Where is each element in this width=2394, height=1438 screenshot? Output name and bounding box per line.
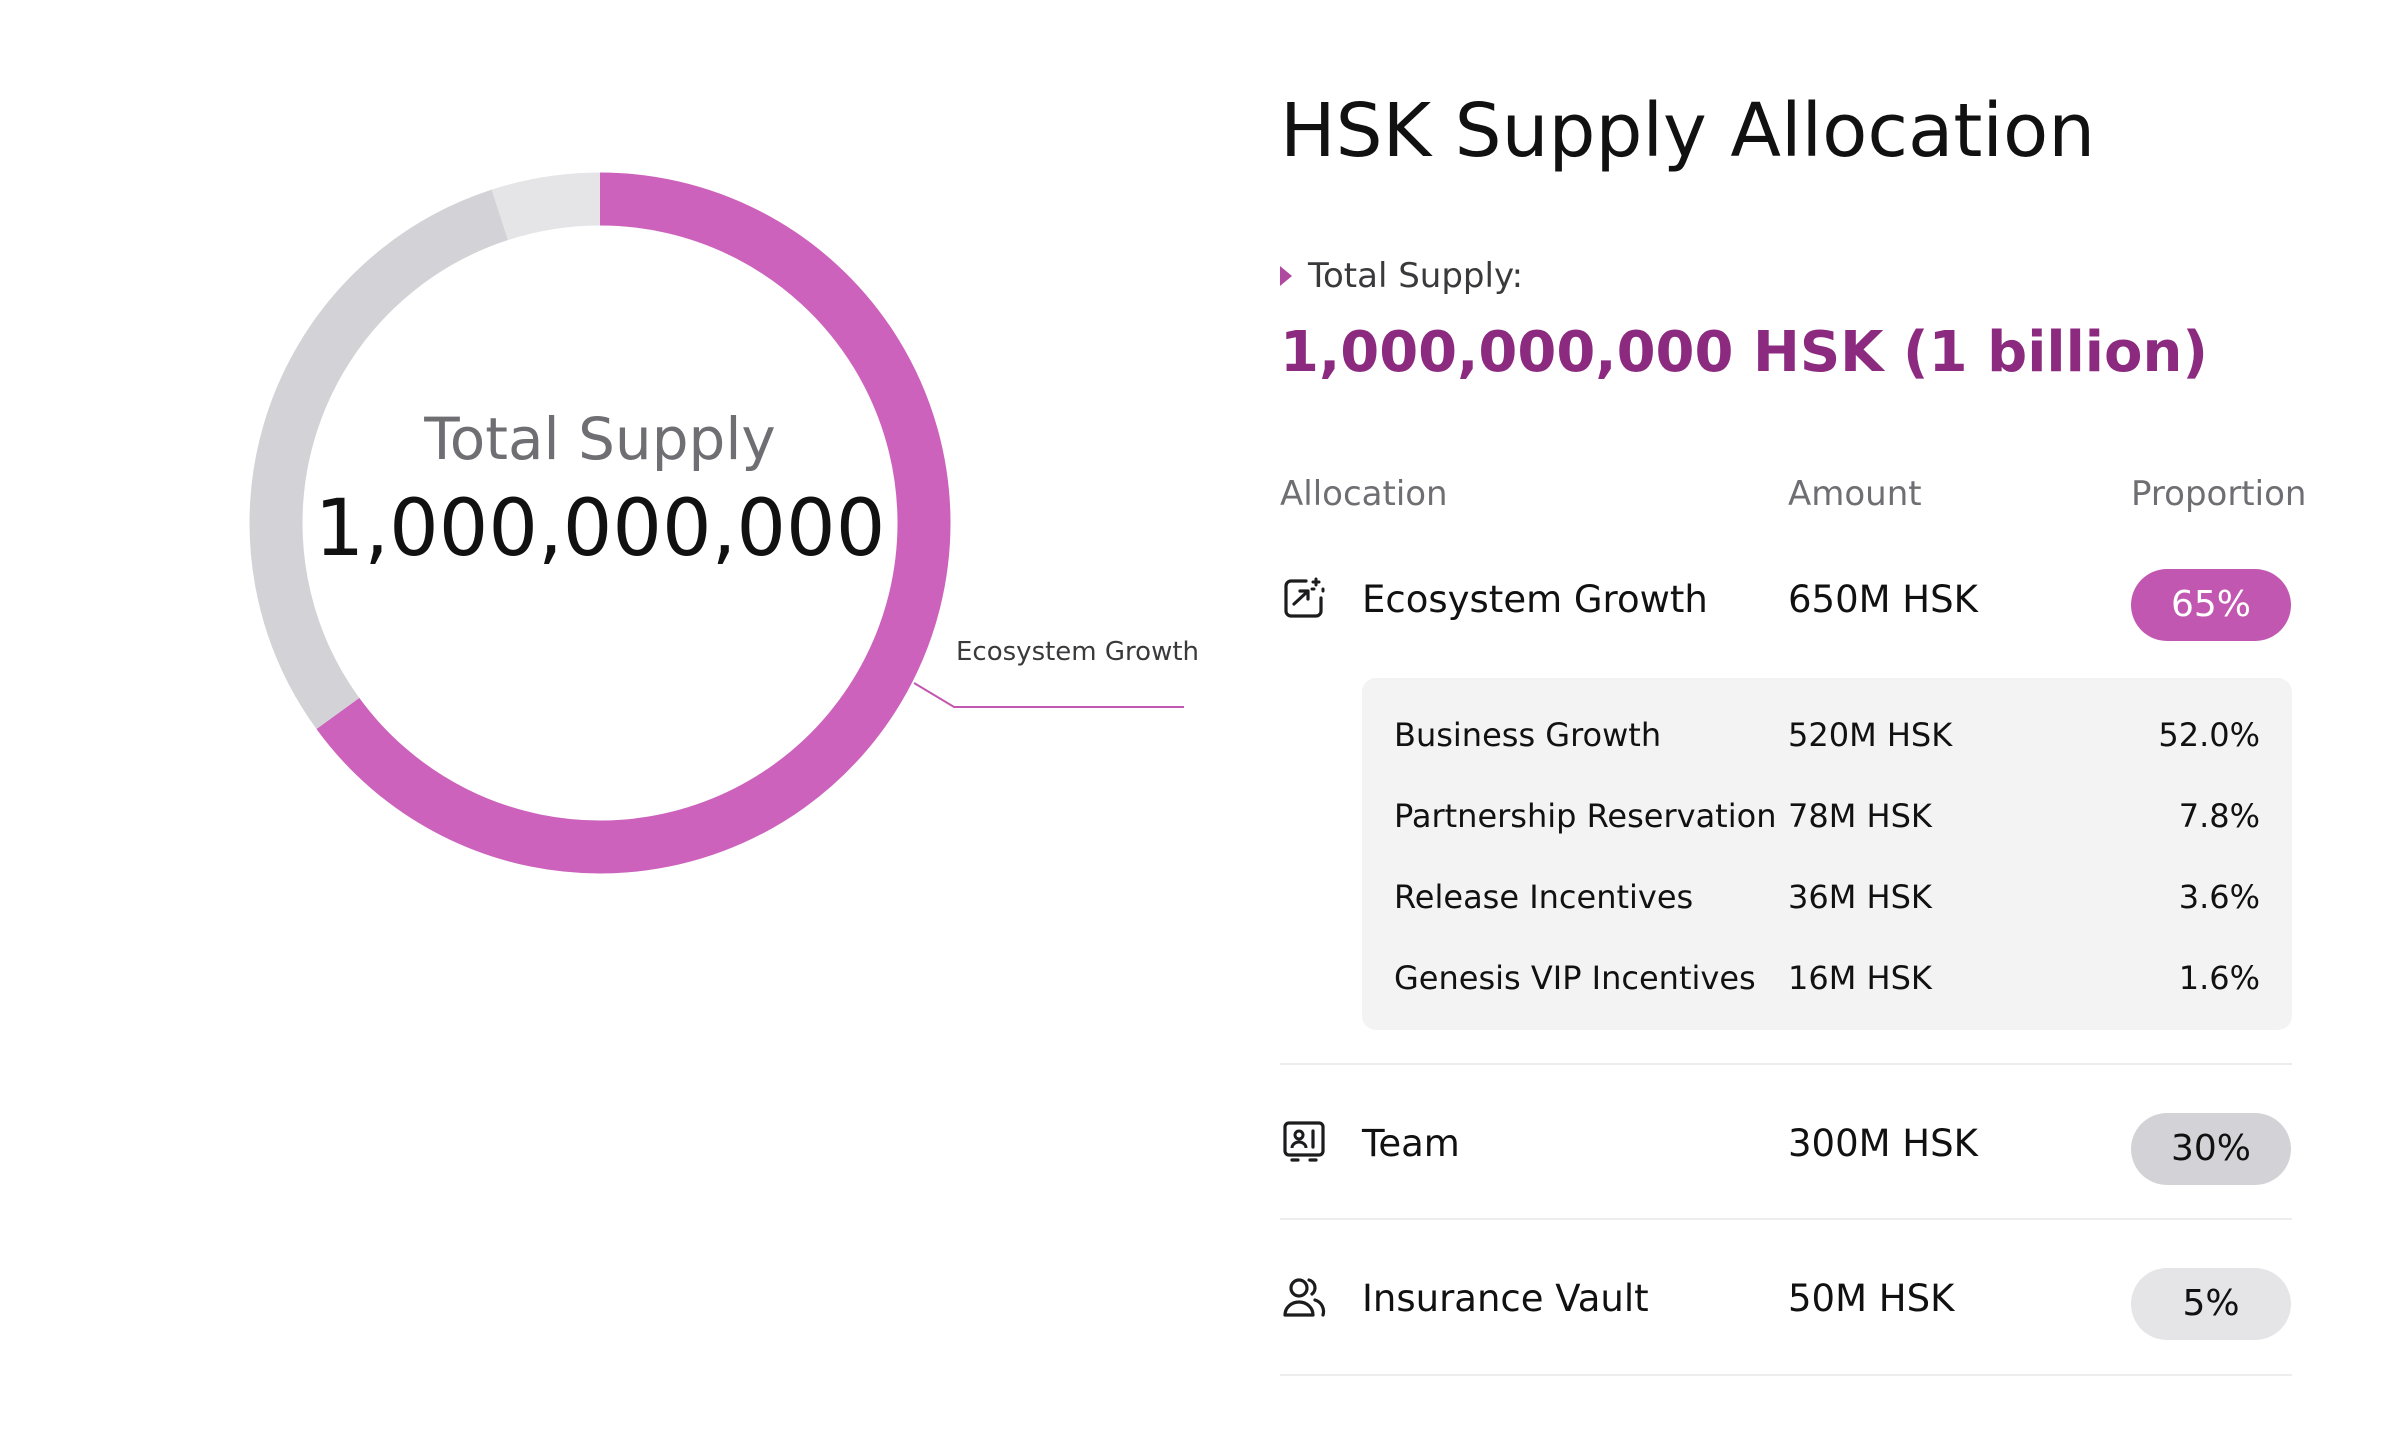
breakdown-name: Business Growth: [1394, 716, 1662, 754]
donut-chart: Total Supply 1,000,000,000 Ecosystem Gro…: [0, 0, 1200, 1000]
breakdown-row: Release Incentives 36M HSK 3.6%: [1362, 860, 2292, 941]
donut-slice-insurance-vault: [491, 172, 601, 241]
breakdown-row: Partnership Reservation 78M HSK 7.8%: [1362, 779, 2292, 860]
triangle-bullet-icon: [1280, 265, 1292, 286]
breakdown-proportion: 3.6%: [2178, 878, 2260, 916]
allocation-name: Ecosystem Growth: [1362, 578, 1708, 621]
breakdown-amount: 36M HSK: [1788, 878, 1932, 916]
insurance-vault-icon: [1283, 1278, 1326, 1317]
breakdown-row: Genesis VIP Incentives 16M HSK 1.6%: [1362, 941, 2292, 1022]
breakdown-name: Genesis VIP Incentives: [1394, 959, 1756, 997]
total-supply-label: Total Supply:: [1280, 256, 1523, 296]
total-supply-value: 1,000,000,000 HSK (1 billion): [1280, 320, 2208, 385]
allocation-panel: HSK Supply Allocation Total Supply: 1,00…: [1280, 0, 2340, 1438]
breakdown-row: Business Growth 520M HSK 52.0%: [1362, 698, 2292, 779]
donut-callout-label: Ecosystem Growth: [956, 637, 1200, 667]
allocation-row-insurance-vault[interactable]: Insurance Vault 50M HSK 5%: [1280, 1247, 2292, 1347]
breakdown-proportion: 7.8%: [2178, 797, 2260, 835]
allocation-row-team[interactable]: Team 300M HSK 30%: [1280, 1092, 2292, 1192]
team-icon: [1283, 1121, 1325, 1162]
donut-center-value: 1,000,000,000: [314, 484, 886, 574]
breakdown-amount: 16M HSK: [1788, 959, 1932, 997]
page-title: HSK Supply Allocation: [1280, 88, 2096, 174]
header-allocation: Allocation: [1280, 474, 1448, 514]
row-divider: [1280, 1063, 2292, 1065]
allocation-amount: 650M HSK: [1788, 578, 1978, 621]
allocation-amount: 50M HSK: [1788, 1277, 1955, 1320]
row-divider: [1280, 1374, 2292, 1376]
proportion-pill: 65%: [2131, 569, 2291, 641]
proportion-pill: 30%: [2131, 1113, 2291, 1185]
row-divider: [1280, 1218, 2292, 1220]
header-amount: Amount: [1788, 474, 1922, 514]
allocation-row-ecosystem-growth[interactable]: Ecosystem Growth 650M HSK 65%: [1280, 548, 2292, 648]
header-proportion: Proportion: [2131, 474, 2307, 514]
total-supply-label-text: Total Supply:: [1308, 256, 1524, 296]
callout-leader-line: [913, 682, 1184, 709]
breakdown-amount: 78M HSK: [1788, 797, 1932, 835]
allocation-name: Insurance Vault: [1362, 1277, 1649, 1320]
ecosystem-growth-icon: [1284, 577, 1325, 618]
breakdown-name: Partnership Reservation: [1394, 797, 1777, 835]
donut-center-title: Total Supply: [424, 405, 776, 473]
ecosystem-breakdown: Business Growth 520M HSK 52.0% Partnersh…: [1362, 678, 2292, 1030]
breakdown-name: Release Incentives: [1394, 878, 1694, 916]
breakdown-proportion: 1.6%: [2178, 959, 2260, 997]
breakdown-amount: 520M HSK: [1788, 716, 1953, 754]
breakdown-proportion: 52.0%: [2158, 716, 2260, 754]
allocation-name: Team: [1362, 1122, 1460, 1165]
proportion-pill: 5%: [2131, 1268, 2291, 1340]
allocation-amount: 300M HSK: [1788, 1122, 1978, 1165]
